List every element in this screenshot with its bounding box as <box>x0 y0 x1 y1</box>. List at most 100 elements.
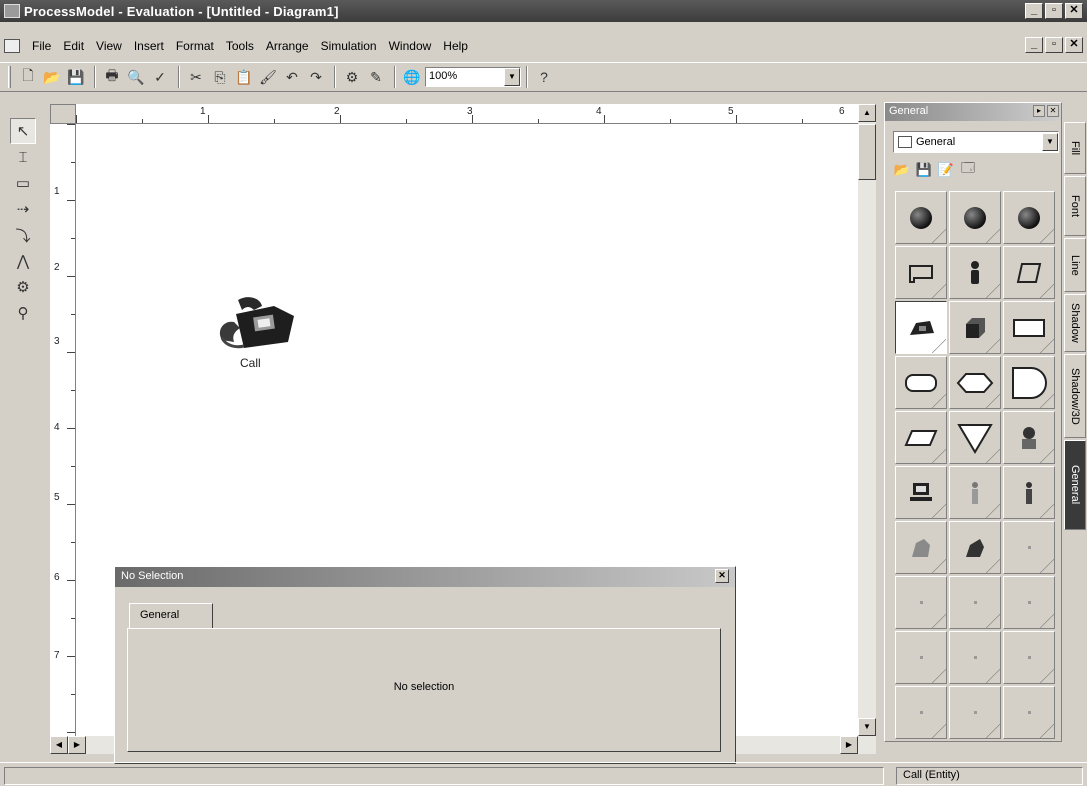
simulate-icon[interactable]: ⚙ <box>341 66 363 88</box>
scroll-right-end-button[interactable]: ▶ <box>840 736 858 754</box>
palette-category-select[interactable]: General ▼ <box>893 131 1059 153</box>
palette-open-icon[interactable]: 📂 <box>893 161 911 179</box>
scroll-up-button[interactable]: ▲ <box>858 104 876 122</box>
empty-slot[interactable] <box>895 631 947 684</box>
connector-tool-icon[interactable]: ⇢ <box>10 196 36 222</box>
menu-view[interactable]: View <box>90 39 128 53</box>
menu-simulation[interactable]: Simulation <box>315 39 383 53</box>
call-entity[interactable]: Call <box>214 294 304 374</box>
menu-help[interactable]: Help <box>437 39 474 53</box>
tab-shadow-3d[interactable]: Shadow/3D <box>1064 354 1086 438</box>
zoom-select[interactable]: 100% ▼ <box>425 67 521 87</box>
shape-worker[interactable] <box>1003 466 1055 519</box>
shape-resource[interactable] <box>949 521 1001 574</box>
scroll-down-button[interactable]: ▼ <box>858 718 876 736</box>
toolbar-grip[interactable] <box>8 66 11 88</box>
tab-fill[interactable]: Fill <box>1064 122 1086 174</box>
tab-line[interactable]: Line <box>1064 238 1086 292</box>
print-icon[interactable]: 🖶 <box>101 66 123 88</box>
cut-icon[interactable]: ✂ <box>185 66 207 88</box>
empty-slot[interactable] <box>1003 576 1055 629</box>
help-button[interactable]: ? <box>533 66 555 88</box>
maximize-button[interactable]: ▫ <box>1045 3 1063 19</box>
shape-person[interactable] <box>949 246 1001 299</box>
shape-person-computer[interactable] <box>1003 411 1055 464</box>
chevron-down-icon[interactable]: ▼ <box>1042 133 1058 151</box>
tab-shadow[interactable]: Shadow <box>1064 294 1086 352</box>
open-icon[interactable]: 📂 <box>41 66 63 88</box>
format-painter-icon[interactable]: 🖌 <box>257 66 279 88</box>
shape-resource-light[interactable] <box>895 521 947 574</box>
arrow-tool-icon[interactable]: ⋀ <box>10 248 36 274</box>
menu-tools[interactable]: Tools <box>220 39 260 53</box>
line-tool-icon[interactable]: ⤵ <box>10 222 36 248</box>
print-preview-icon[interactable]: 🔍 <box>125 66 147 88</box>
palette-pin-icon[interactable]: ▸ <box>1033 105 1045 117</box>
scroll-thumb[interactable] <box>858 124 876 180</box>
ruler-corner[interactable] <box>50 104 76 124</box>
redo-icon[interactable]: ↷ <box>305 66 327 88</box>
scroll-left-button[interactable]: ◀ <box>50 736 68 754</box>
palette-title-bar[interactable]: General ▸ ✕ <box>885 103 1061 121</box>
shape-document[interactable] <box>895 246 947 299</box>
menu-format[interactable]: Format <box>170 39 220 53</box>
palette-close-icon[interactable]: ✕ <box>1047 105 1059 117</box>
new-icon[interactable]: 🗋 <box>17 66 39 88</box>
dialog-title-bar[interactable]: No Selection ✕ <box>115 567 735 587</box>
palette-edit-icon[interactable]: 📝 <box>937 161 955 179</box>
undo-icon[interactable]: ↶ <box>281 66 303 88</box>
shape-computer[interactable] <box>895 466 947 519</box>
spell-check-icon[interactable]: ✓ <box>149 66 171 88</box>
menu-edit[interactable]: Edit <box>57 39 90 53</box>
empty-slot[interactable] <box>895 576 947 629</box>
minimize-button[interactable]: _ <box>1025 3 1043 19</box>
close-button[interactable]: ✕ <box>1065 3 1083 19</box>
doc-restore-button[interactable]: ▫ <box>1045 37 1063 53</box>
shape-sphere[interactable] <box>1003 191 1055 244</box>
shape-telephone[interactable] <box>895 301 947 354</box>
shape-decision[interactable] <box>949 356 1001 409</box>
pointer-tool-icon[interactable]: ↖ <box>10 118 36 144</box>
empty-slot[interactable] <box>1003 521 1055 574</box>
shape-sphere[interactable] <box>895 191 947 244</box>
shape-sphere[interactable] <box>949 191 1001 244</box>
dialog-close-button[interactable]: ✕ <box>715 569 729 583</box>
empty-slot[interactable] <box>1003 686 1055 739</box>
rectangle-tool-icon[interactable]: ▭ <box>10 170 36 196</box>
save-icon[interactable]: 💾 <box>65 66 87 88</box>
shape-cube[interactable] <box>949 301 1001 354</box>
menu-file[interactable]: File <box>26 39 57 53</box>
empty-slot[interactable] <box>949 686 1001 739</box>
shape-terminator[interactable] <box>895 356 947 409</box>
pencil-icon[interactable]: ✎ <box>365 66 387 88</box>
shape-rectangle[interactable] <box>1003 301 1055 354</box>
empty-slot[interactable] <box>949 631 1001 684</box>
document-icon[interactable] <box>4 39 20 53</box>
copy-icon[interactable]: ⎘ <box>209 66 231 88</box>
shape-tape[interactable] <box>1003 246 1055 299</box>
paste-icon[interactable]: 📋 <box>233 66 255 88</box>
empty-slot[interactable] <box>949 576 1001 629</box>
tab-general[interactable]: General <box>129 603 213 629</box>
shape-delay[interactable] <box>1003 356 1055 409</box>
stamp-tool-icon[interactable]: ⚙ <box>10 274 36 300</box>
empty-slot[interactable] <box>1003 631 1055 684</box>
tab-font[interactable]: Font <box>1064 176 1086 236</box>
empty-slot[interactable] <box>895 686 947 739</box>
text-tool-icon[interactable]: ⌶ <box>10 144 36 170</box>
palette-save-icon[interactable]: 💾 <box>915 161 933 179</box>
menu-insert[interactable]: Insert <box>128 39 170 53</box>
zoom-tool-icon[interactable]: ⚲ <box>10 300 36 326</box>
vertical-scrollbar[interactable]: ▲ ▼ <box>858 104 876 736</box>
shape-triangle[interactable] <box>949 411 1001 464</box>
tab-general[interactable]: General <box>1064 440 1086 530</box>
hyperlink-icon[interactable]: 🌐 <box>401 66 423 88</box>
menu-arrange[interactable]: Arrange <box>260 39 315 53</box>
scroll-right-button[interactable]: ▶ <box>68 736 86 754</box>
doc-minimize-button[interactable]: _ <box>1025 37 1043 53</box>
doc-close-button[interactable]: ✕ <box>1065 37 1083 53</box>
menu-window[interactable]: Window <box>383 39 438 53</box>
palette-view-icon[interactable]: 🗔 <box>959 160 977 179</box>
shape-parallelogram[interactable] <box>895 411 947 464</box>
shape-worker-light[interactable] <box>949 466 1001 519</box>
